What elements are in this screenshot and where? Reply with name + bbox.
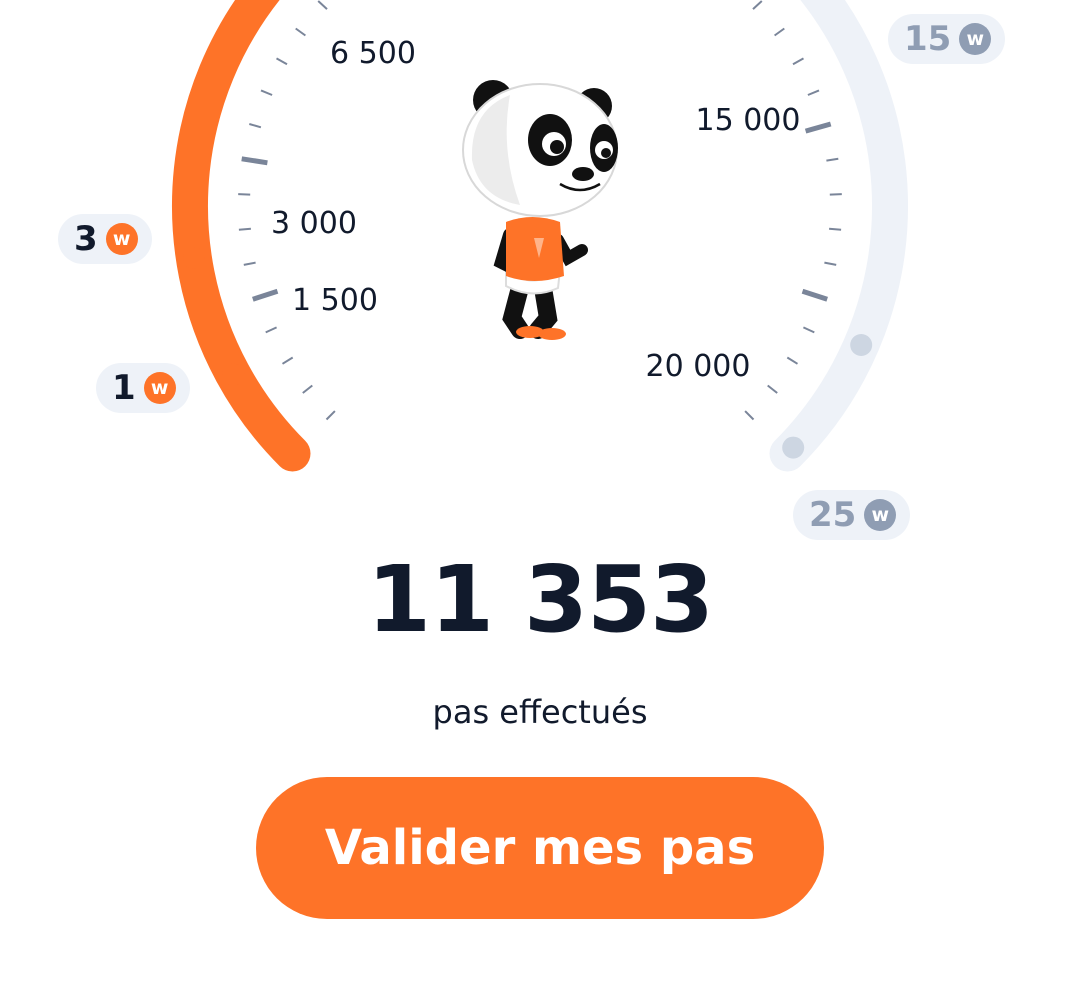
tick-label-6500: 6 500: [330, 36, 416, 71]
gauge-major-tick: [804, 121, 832, 134]
gauge-major-tick: [241, 156, 268, 166]
gauge-minor-tick: [807, 89, 820, 96]
gauge-minor-tick: [281, 356, 294, 365]
tick-label-3000: 3 000: [271, 206, 357, 241]
gauge-minor-tick: [260, 89, 273, 96]
gauge-minor-tick: [826, 157, 839, 162]
tick-label-20000: 20 000: [646, 349, 751, 384]
reward-badge-25: 25 w: [793, 490, 911, 540]
gauge-minor-tick: [802, 326, 815, 334]
gauge-milestone-dot: [222, 363, 245, 386]
gauge-milestone-dot: [182, 247, 205, 269]
gauge-milestone-dot: [850, 334, 873, 356]
reward-badge-1: 1 w: [96, 363, 190, 413]
reward-value: 15: [904, 19, 952, 59]
coin-icon: w: [143, 372, 176, 404]
gauge-track: [769, 0, 908, 472]
gauge-minor-tick: [744, 410, 755, 421]
reward-badge-15: 15 w: [888, 14, 1006, 64]
gauge-minor-tick: [829, 227, 842, 231]
tick-label-1500: 1 500: [292, 283, 378, 318]
panda-mascot-icon: [462, 80, 618, 340]
gauge-minor-tick: [767, 384, 778, 394]
gauge-milestone-dot: [782, 436, 805, 459]
gauge-major-tick: [252, 288, 279, 302]
coin-icon: w: [959, 23, 992, 55]
gauge-track-arc: [769, 0, 908, 472]
tick-label-15000: 15 000: [696, 103, 801, 138]
reward-value: 25: [809, 495, 857, 535]
gauge-minor-tick: [302, 384, 313, 394]
step-count-caption: pas effectués: [432, 693, 648, 731]
step-gauge: 1 500 3 000 6 500 15 000 20 000: [172, 0, 908, 472]
reward-value: 3: [74, 219, 98, 259]
gauge-minor-tick: [265, 326, 278, 334]
reward-badge-3: 3 w: [58, 214, 152, 264]
gauge-minor-tick: [792, 57, 804, 66]
reward-value: 1: [112, 368, 136, 408]
gauge-minor-tick: [276, 57, 288, 66]
gauge-minor-tick: [829, 193, 842, 196]
gauge-minor-tick: [752, 0, 763, 10]
coin-icon: w: [864, 499, 897, 531]
gauge-minor-tick: [243, 261, 256, 266]
gauge-minor-tick: [774, 27, 785, 37]
gauge-minor-tick: [249, 123, 262, 129]
gauge-minor-tick: [295, 27, 306, 37]
gauge-minor-tick: [238, 193, 251, 196]
coin-icon: w: [105, 223, 138, 255]
gauge-minor-tick: [786, 356, 799, 365]
step-count: 11 353: [366, 546, 714, 653]
gauge-major-tick: [801, 288, 828, 302]
gauge-minor-tick: [824, 261, 837, 266]
gauge-minor-tick: [238, 227, 251, 231]
validate-steps-button[interactable]: Valider mes pas: [256, 777, 824, 919]
gauge-minor-tick: [325, 410, 336, 421]
gauge-minor-tick: [317, 0, 328, 10]
